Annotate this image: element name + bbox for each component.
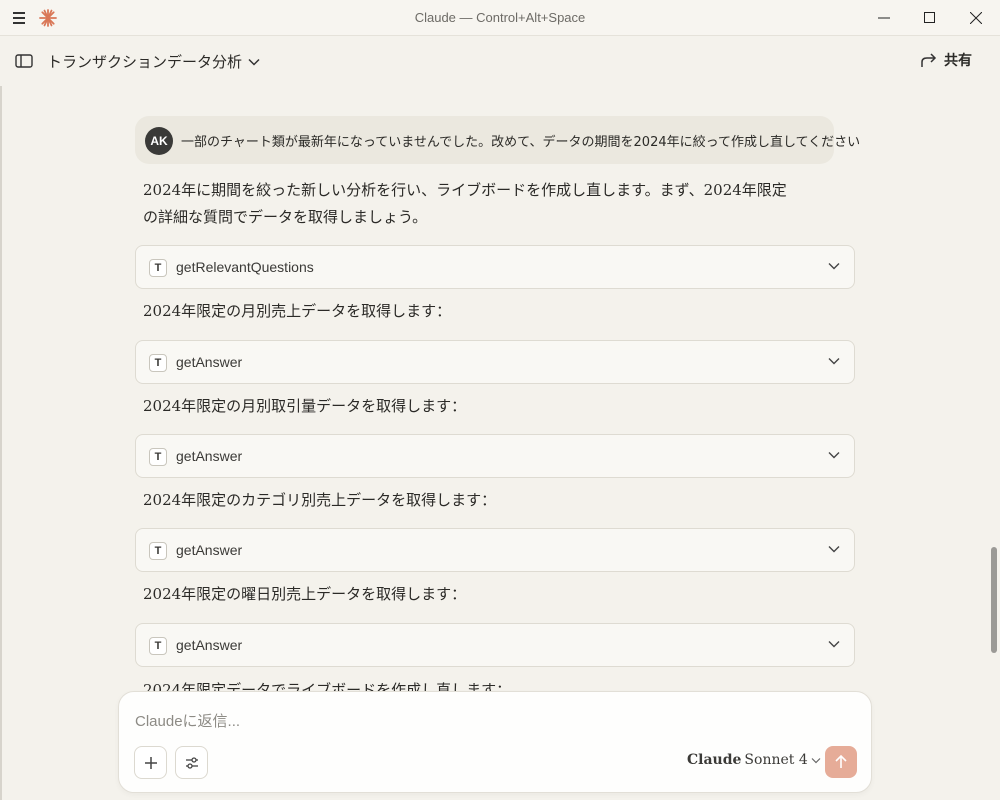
left-edge-divider bbox=[0, 86, 2, 800]
model-brand: Claude bbox=[687, 752, 742, 768]
minimize-button[interactable] bbox=[861, 0, 907, 36]
assistant-step-text: 2024年限定の曜日別売上データを取得します： bbox=[143, 585, 467, 603]
maximize-icon bbox=[924, 12, 935, 23]
share-arrow-icon bbox=[921, 53, 937, 67]
plus-icon bbox=[145, 757, 157, 769]
tool-icon: T bbox=[149, 448, 167, 466]
close-button[interactable] bbox=[953, 0, 999, 36]
model-name: Sonnet 4 bbox=[744, 752, 808, 768]
tool-call-get-answer[interactable]: T getAnswer bbox=[135, 623, 855, 667]
assistant-intro-line-2: の詳細な質問でデータを取得しましょう。 bbox=[143, 208, 428, 226]
title-bar: Claude — Control+Alt+Space bbox=[0, 0, 1000, 36]
assistant-step-text: 2024年限定の月別取引量データを取得します： bbox=[143, 397, 467, 415]
chevron-down-icon bbox=[828, 358, 840, 365]
message-composer: Claudeに返信... Claude Sonnet 4 bbox=[118, 691, 872, 793]
assistant-step-text: 2024年限定のカテゴリ別売上データを取得します： bbox=[143, 491, 497, 509]
conversation-title: トランザクションデータ分析 bbox=[47, 53, 243, 71]
chevron-down-icon bbox=[248, 58, 260, 66]
share-label: 共有 bbox=[944, 53, 972, 69]
chevron-down-icon bbox=[828, 452, 840, 459]
tool-call-get-relevant-questions[interactable]: T getRelevantQuestions bbox=[135, 245, 855, 289]
tool-name: getAnswer bbox=[176, 354, 243, 370]
conversation-title-dropdown[interactable]: トランザクションデータ分析 bbox=[47, 51, 260, 72]
tool-name: getAnswer bbox=[176, 542, 243, 558]
tool-icon: T bbox=[149, 259, 167, 277]
tool-icon: T bbox=[149, 637, 167, 655]
chevron-down-icon bbox=[828, 263, 840, 270]
user-message-text: 一部のチャート類が最新年になっていませんでした。改めて、データの期間を2024年… bbox=[181, 135, 861, 150]
tool-icon: T bbox=[149, 354, 167, 372]
close-icon bbox=[970, 12, 982, 24]
tool-name: getRelevantQuestions bbox=[176, 259, 314, 275]
tool-icon: T bbox=[149, 542, 167, 560]
chevron-down-icon bbox=[828, 546, 840, 553]
chevron-down-icon bbox=[828, 641, 840, 648]
conversation-header: トランザクションデータ分析 共有 bbox=[0, 36, 1000, 86]
share-button[interactable]: 共有 bbox=[920, 50, 972, 70]
sidebar-toggle-icon[interactable] bbox=[15, 53, 33, 69]
arrow-up-icon bbox=[835, 754, 847, 768]
sliders-icon bbox=[186, 757, 198, 769]
chevron-down-icon bbox=[811, 757, 821, 763]
tool-call-get-answer[interactable]: T getAnswer bbox=[135, 528, 855, 572]
avatar: AK bbox=[145, 127, 173, 155]
tool-name: getAnswer bbox=[176, 637, 243, 653]
minimize-icon bbox=[878, 17, 890, 19]
reply-input[interactable]: Claudeに返信... bbox=[135, 710, 240, 731]
user-message: AK 一部のチャート類が最新年になっていませんでした。改めて、データの期間を20… bbox=[135, 116, 860, 164]
tool-name: getAnswer bbox=[176, 448, 243, 464]
send-button[interactable] bbox=[825, 746, 857, 778]
assistant-step-text: 2024年限定の月別売上データを取得します： bbox=[143, 302, 452, 320]
tools-settings-button[interactable] bbox=[175, 746, 208, 779]
window-title: Claude — Control+Alt+Space bbox=[414, 10, 586, 25]
model-selector[interactable]: Claude Sonnet 4 bbox=[687, 752, 821, 768]
tool-call-get-answer[interactable]: T getAnswer bbox=[135, 340, 855, 384]
add-attachment-button[interactable] bbox=[134, 746, 167, 779]
maximize-button[interactable] bbox=[907, 0, 953, 36]
scrollbar-thumb[interactable] bbox=[991, 547, 997, 653]
assistant-intro-line-1: 2024年に期間を絞った新しい分析を行い、ライブボードを作成し直します。まず、2… bbox=[143, 181, 787, 199]
tool-call-get-answer[interactable]: T getAnswer bbox=[135, 434, 855, 478]
